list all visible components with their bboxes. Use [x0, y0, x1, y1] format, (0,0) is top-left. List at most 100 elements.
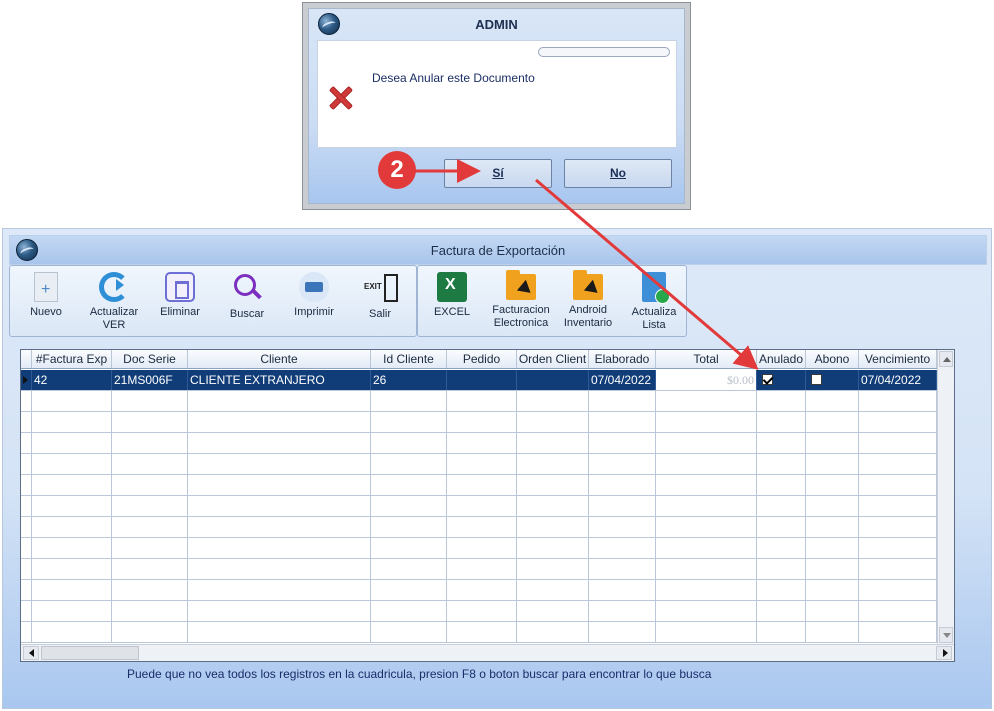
column-header[interactable]: Total — [656, 350, 757, 368]
horizontal-scrollbar[interactable] — [21, 644, 954, 661]
grid-cell[interactable] — [21, 601, 32, 621]
grid-cell[interactable] — [859, 559, 937, 579]
cell-factura[interactable]: 42 — [32, 370, 112, 390]
column-header[interactable]: Id Cliente — [371, 350, 447, 368]
refresh-view-button[interactable]: Actualizar VER — [80, 266, 148, 338]
grid-cell[interactable] — [806, 601, 859, 621]
grid-cell[interactable] — [371, 601, 447, 621]
grid-cell[interactable] — [21, 496, 32, 516]
electronic-invoice-button[interactable]: Facturacion Electronica — [484, 266, 558, 338]
table-row[interactable] — [21, 559, 937, 580]
grid-cell[interactable] — [757, 475, 806, 495]
grid-cell[interactable] — [112, 496, 188, 516]
grid-cell[interactable] — [32, 622, 112, 642]
grid-cell[interactable] — [589, 559, 656, 579]
grid-cell[interactable] — [112, 454, 188, 474]
column-header[interactable]: Elaborado — [589, 350, 656, 368]
table-row[interactable] — [21, 517, 937, 538]
grid-cell[interactable] — [447, 580, 517, 600]
grid-cell[interactable] — [371, 517, 447, 537]
grid-cell[interactable] — [447, 538, 517, 558]
grid-cell[interactable] — [188, 433, 371, 453]
grid-cell[interactable] — [188, 412, 371, 432]
grid-cell[interactable] — [859, 580, 937, 600]
grid-cell[interactable] — [371, 412, 447, 432]
grid-cell[interactable] — [517, 622, 589, 642]
column-header[interactable]: Doc Serie — [112, 350, 188, 368]
column-header[interactable]: Abono — [806, 350, 859, 368]
grid-cell[interactable] — [517, 517, 589, 537]
grid-cell[interactable] — [757, 517, 806, 537]
grid-cell[interactable] — [371, 475, 447, 495]
grid-cell[interactable] — [32, 517, 112, 537]
grid-cell[interactable] — [371, 538, 447, 558]
grid-cell[interactable] — [757, 559, 806, 579]
table-row[interactable] — [21, 622, 937, 643]
grid-cell[interactable] — [656, 496, 757, 516]
grid-cell[interactable] — [447, 433, 517, 453]
grid-cell[interactable] — [757, 454, 806, 474]
yes-button[interactable]: Sí — [444, 159, 552, 188]
vertical-scrollbar[interactable] — [937, 350, 954, 644]
cell-cliente[interactable]: CLIENTE EXTRANJERO — [188, 370, 371, 390]
grid-cell[interactable] — [371, 433, 447, 453]
grid-cell[interactable] — [589, 622, 656, 642]
grid-cell[interactable] — [21, 391, 32, 411]
table-row[interactable] — [21, 433, 937, 454]
grid-cell[interactable] — [806, 496, 859, 516]
grid-cell[interactable] — [589, 517, 656, 537]
grid-cell[interactable] — [757, 412, 806, 432]
grid-cell[interactable] — [112, 559, 188, 579]
grid-cell[interactable] — [806, 433, 859, 453]
grid-cell[interactable] — [589, 496, 656, 516]
grid-cell[interactable] — [32, 391, 112, 411]
grid-cell[interactable] — [188, 454, 371, 474]
grid-cell[interactable] — [589, 601, 656, 621]
grid-cell[interactable] — [517, 580, 589, 600]
grid-cell[interactable] — [21, 538, 32, 558]
grid-cell[interactable] — [447, 559, 517, 579]
grid-cell[interactable] — [589, 433, 656, 453]
grid-cell[interactable] — [859, 622, 937, 642]
grid-cell[interactable] — [589, 580, 656, 600]
column-header[interactable]: Cliente — [188, 350, 371, 368]
grid-cell[interactable] — [589, 412, 656, 432]
grid-cell[interactable] — [112, 601, 188, 621]
grid-cell[interactable] — [371, 454, 447, 474]
grid-cell[interactable] — [32, 433, 112, 453]
grid-cell[interactable] — [806, 412, 859, 432]
grid-cell[interactable] — [806, 475, 859, 495]
grid-cell[interactable] — [517, 559, 589, 579]
grid-cell[interactable] — [188, 559, 371, 579]
grid-cell[interactable] — [517, 433, 589, 453]
grid-cell[interactable] — [21, 517, 32, 537]
column-header[interactable]: #Factura Exp — [32, 350, 112, 368]
grid-cell[interactable] — [32, 559, 112, 579]
grid-cell[interactable] — [447, 475, 517, 495]
grid-cell[interactable] — [32, 454, 112, 474]
grid-cell[interactable] — [656, 391, 757, 411]
grid-cell[interactable] — [112, 391, 188, 411]
grid-cell[interactable] — [188, 496, 371, 516]
grid-cell[interactable] — [806, 454, 859, 474]
scroll-down-icon[interactable] — [939, 627, 953, 643]
grid-cell[interactable] — [806, 580, 859, 600]
grid-cell[interactable] — [757, 391, 806, 411]
grid-cell[interactable] — [859, 475, 937, 495]
grid-cell[interactable] — [188, 580, 371, 600]
grid-cell[interactable] — [656, 622, 757, 642]
grid-cell[interactable] — [371, 622, 447, 642]
cell-total[interactable]: $0.00 — [656, 370, 757, 390]
grid-cell[interactable] — [188, 517, 371, 537]
grid-cell[interactable] — [589, 454, 656, 474]
grid-cell[interactable] — [21, 580, 32, 600]
grid-cell[interactable] — [517, 412, 589, 432]
grid-cell[interactable] — [757, 538, 806, 558]
grid-cell[interactable] — [757, 601, 806, 621]
grid-cell[interactable] — [656, 412, 757, 432]
no-button[interactable]: No — [564, 159, 672, 188]
cell-vencimiento[interactable]: 07/04/2022 — [859, 370, 937, 390]
grid-cell[interactable] — [859, 454, 937, 474]
grid-cell[interactable] — [859, 538, 937, 558]
table-row[interactable] — [21, 475, 937, 496]
